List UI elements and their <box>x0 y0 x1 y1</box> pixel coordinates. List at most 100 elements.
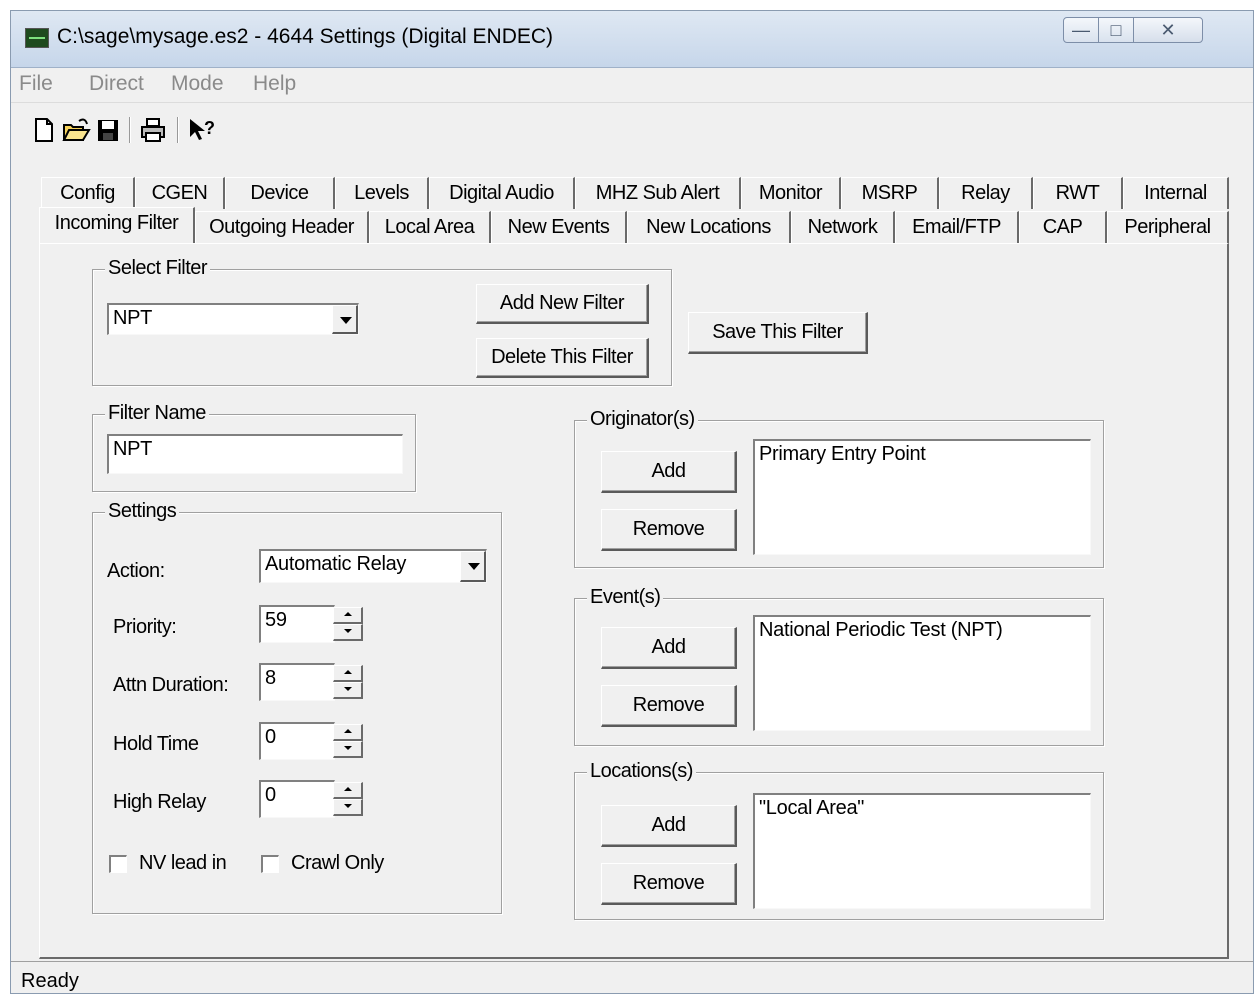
tab-new-events[interactable]: New Events <box>491 211 627 243</box>
tab-internal[interactable]: Internal <box>1123 177 1229 209</box>
tab-msrp[interactable]: MSRP <box>841 177 939 209</box>
locations-add-button[interactable]: Add <box>601 805 737 847</box>
toolbar-separator <box>177 117 179 143</box>
tab-local-area[interactable]: Local Area <box>369 211 491 243</box>
tab-monitor[interactable]: Monitor <box>741 177 841 209</box>
add-new-filter-button[interactable]: Add New Filter <box>476 284 649 324</box>
crawl-only-checkbox[interactable] <box>261 855 279 873</box>
list-item[interactable]: National Periodic Test (NPT) <box>759 619 1003 642</box>
priority-value: 59 <box>265 609 287 631</box>
spin-up-icon[interactable] <box>333 665 363 682</box>
settings-title: Settings <box>105 500 180 523</box>
tab-network[interactable]: Network <box>791 211 895 243</box>
originators-title: Originator(s) <box>587 408 698 431</box>
tab-rwt[interactable]: RWT <box>1033 177 1123 209</box>
minimize-button[interactable]: — <box>1063 17 1099 43</box>
attn-duration-field[interactable]: 8 <box>259 663 335 701</box>
status-text: Ready <box>21 970 79 992</box>
events-add-button[interactable]: Add <box>601 627 737 669</box>
window-title: C:\sage\mysage.es2 - 4644 Settings (Digi… <box>57 25 554 48</box>
spin-down-icon[interactable] <box>333 741 363 758</box>
toolbar-separator <box>129 117 131 143</box>
nv-lead-in-checkbox[interactable] <box>109 855 127 873</box>
events-list[interactable]: National Periodic Test (NPT) <box>753 615 1091 731</box>
tab-device[interactable]: Device <box>225 177 335 209</box>
tab-row-1: Config CGEN Device Levels Digital Audio … <box>11 177 1253 209</box>
originators-add-button[interactable]: Add <box>601 451 737 493</box>
menu-help[interactable]: Help <box>253 72 296 96</box>
incoming-filter-panel: Select Filter NPT Add New Filter Delete … <box>39 243 1229 959</box>
tab-peripheral[interactable]: Peripheral <box>1107 211 1229 243</box>
originators-list[interactable]: Primary Entry Point <box>753 439 1091 555</box>
print-icon[interactable] <box>139 115 169 145</box>
locations-remove-button[interactable]: Remove <box>601 863 737 905</box>
list-item[interactable]: "Local Area" <box>759 797 864 820</box>
menu-direct[interactable]: Direct <box>89 72 144 96</box>
select-filter-title: Select Filter <box>105 257 211 280</box>
action-label: Action: <box>107 560 165 582</box>
hold-time-value: 0 <box>265 726 276 748</box>
filter-select-value: NPT <box>113 307 153 329</box>
locations-group: Locations(s) Add Remove "Local Area" <box>574 760 1104 920</box>
action-select[interactable]: Automatic Relay <box>259 549 487 583</box>
menu-bar: File Direct Mode Help <box>11 68 1253 103</box>
toolbar: ? <box>11 103 1253 155</box>
originators-remove-button[interactable]: Remove <box>601 509 737 551</box>
action-select-value: Automatic Relay <box>265 553 407 575</box>
spin-down-icon[interactable] <box>333 799 363 816</box>
tab-new-locations[interactable]: New Locations <box>627 211 791 243</box>
menu-mode[interactable]: Mode <box>171 72 224 96</box>
hold-time-field[interactable]: 0 <box>259 722 335 760</box>
save-icon[interactable] <box>95 115 121 145</box>
tab-digital-audio[interactable]: Digital Audio <box>429 177 575 209</box>
spin-up-icon[interactable] <box>333 782 363 799</box>
new-icon[interactable] <box>31 115 57 145</box>
tab-config[interactable]: Config <box>41 177 135 209</box>
tab-relay[interactable]: Relay <box>939 177 1033 209</box>
events-title: Event(s) <box>587 586 664 609</box>
maximize-button[interactable]: □ <box>1098 17 1134 43</box>
chevron-down-icon[interactable] <box>460 551 486 582</box>
high-relay-field[interactable]: 0 <box>259 780 335 818</box>
save-filter-button[interactable]: Save This Filter <box>688 312 868 354</box>
filter-select[interactable]: NPT <box>107 303 359 335</box>
hold-time-stepper[interactable] <box>333 724 363 758</box>
high-relay-stepper[interactable] <box>333 782 363 816</box>
locations-list[interactable]: "Local Area" <box>753 793 1091 909</box>
tab-mhz-sub-alert[interactable]: MHZ Sub Alert <box>575 177 741 209</box>
help-pointer-icon[interactable]: ? <box>187 115 217 145</box>
filter-name-group: Filter Name NPT <box>92 402 416 492</box>
settings-group: Settings Action: Automatic Relay Priorit… <box>92 500 502 914</box>
priority-label: Priority: <box>113 616 177 638</box>
chevron-down-icon[interactable] <box>332 305 358 334</box>
hold-time-label: Hold Time <box>113 733 199 755</box>
priority-stepper[interactable] <box>333 607 363 641</box>
tab-levels[interactable]: Levels <box>335 177 429 209</box>
open-icon[interactable] <box>61 115 91 145</box>
close-button[interactable]: ✕ <box>1133 17 1203 43</box>
menu-file[interactable]: File <box>19 72 53 96</box>
delete-filter-button[interactable]: Delete This Filter <box>476 338 649 378</box>
locations-title: Locations(s) <box>587 760 696 783</box>
tab-cgen[interactable]: CGEN <box>135 177 225 209</box>
status-bar: Ready <box>11 961 1253 993</box>
events-group: Event(s) Add Remove National Periodic Te… <box>574 586 1104 746</box>
app-icon <box>25 28 49 48</box>
filter-name-field[interactable]: NPT <box>107 434 403 474</box>
originators-group: Originator(s) Add Remove Primary Entry P… <box>574 408 1104 568</box>
tab-email-ftp[interactable]: Email/FTP <box>895 211 1019 243</box>
tab-cap[interactable]: CAP <box>1019 211 1107 243</box>
tab-incoming-filter[interactable]: Incoming Filter <box>39 207 195 243</box>
high-relay-label: High Relay <box>113 791 206 813</box>
spin-down-icon[interactable] <box>333 682 363 699</box>
priority-field[interactable]: 59 <box>259 605 335 643</box>
list-item[interactable]: Primary Entry Point <box>759 443 926 466</box>
events-remove-button[interactable]: Remove <box>601 685 737 727</box>
spin-down-icon[interactable] <box>333 624 363 641</box>
spin-up-icon[interactable] <box>333 724 363 741</box>
filter-name-value: NPT <box>113 438 153 460</box>
title-bar[interactable]: C:\sage\mysage.es2 - 4644 Settings (Digi… <box>11 11 1253 68</box>
tab-outgoing-header[interactable]: Outgoing Header <box>195 211 369 243</box>
attn-duration-stepper[interactable] <box>333 665 363 699</box>
spin-up-icon[interactable] <box>333 607 363 624</box>
